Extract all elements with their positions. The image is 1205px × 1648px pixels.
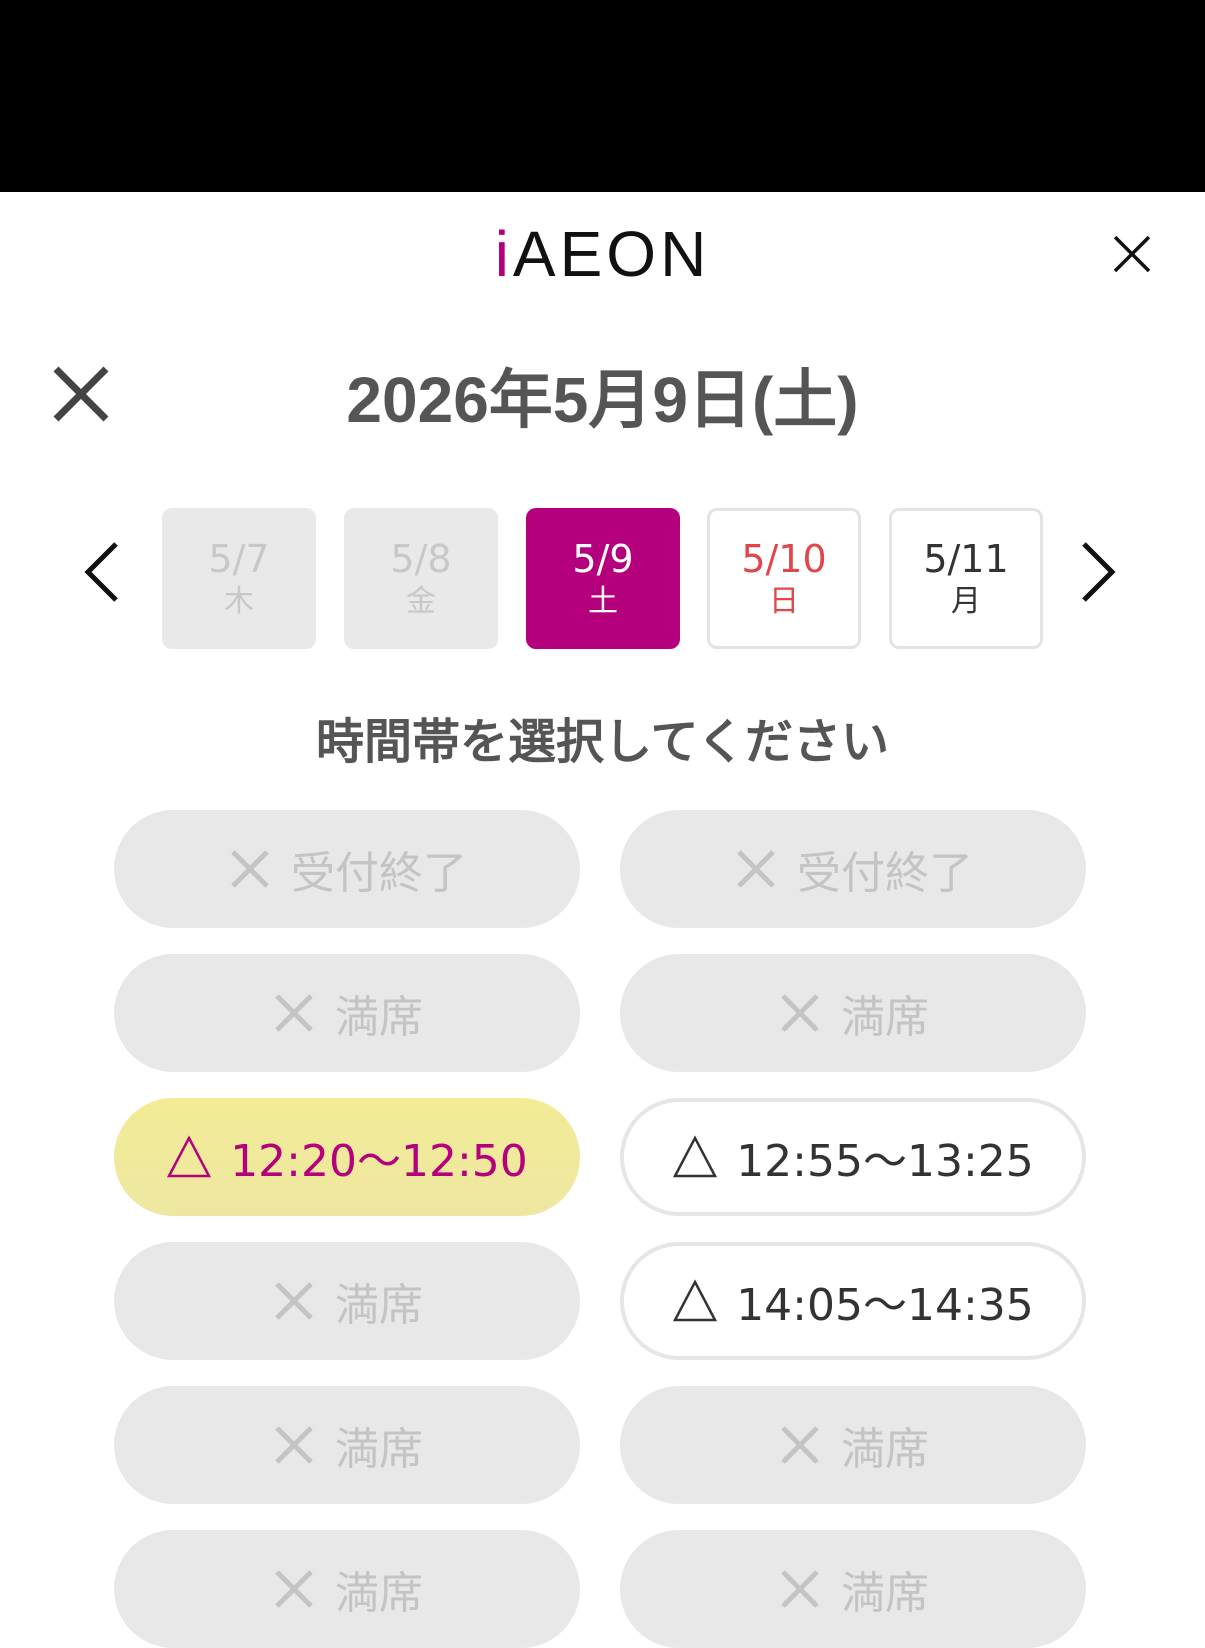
time-slot-label: 12:55〜13:25: [736, 1136, 1034, 1187]
date-chip-weekday: 月: [951, 583, 981, 619]
cross-icon: [275, 994, 313, 1032]
cross-icon: [275, 1426, 313, 1464]
time-slot-button: 満席: [620, 1386, 1086, 1504]
time-slot-button: 満席: [114, 1242, 580, 1360]
date-chip: 5/8 金: [344, 508, 498, 649]
time-slot-button: 満席: [114, 954, 580, 1072]
date-chip[interactable]: 5/11 月: [889, 508, 1043, 649]
cross-icon: [275, 1282, 313, 1320]
triangle-icon: [673, 1135, 718, 1178]
date-chip-date: 5/9: [572, 536, 634, 581]
date-chip-date: 5/8: [390, 536, 452, 581]
triangle-icon: [673, 1279, 718, 1322]
logo-prefix: i: [494, 218, 513, 290]
time-slot-label: 満席: [841, 1568, 929, 1619]
date-chip[interactable]: 5/9 土: [526, 508, 680, 649]
time-slot-label: 満席: [335, 1280, 423, 1331]
date-chip-date: 5/7: [208, 536, 270, 581]
time-slot-label: 満席: [335, 1424, 423, 1475]
time-slot-button[interactable]: 14:05〜14:35: [620, 1242, 1086, 1360]
triangle-icon: [167, 1135, 212, 1178]
date-chip-weekday: 土: [588, 583, 618, 619]
time-slot-label: 満席: [841, 1424, 929, 1475]
time-slot-label: 満席: [841, 992, 929, 1043]
time-slot-label: 満席: [335, 1568, 423, 1619]
time-slot-button[interactable]: 12:55〜13:25: [620, 1098, 1086, 1216]
date-chip-weekday: 金: [406, 583, 436, 619]
cross-icon: [231, 850, 269, 888]
time-slot-label: 受付終了: [797, 848, 973, 899]
chevron-left-icon[interactable]: [80, 540, 124, 604]
time-slot-button: 満席: [114, 1530, 580, 1648]
time-slot-label: 満席: [335, 992, 423, 1043]
cross-icon: [781, 994, 819, 1032]
time-slot-button: 満席: [114, 1386, 580, 1504]
status-bar: [0, 0, 1205, 192]
cross-icon: [781, 1570, 819, 1608]
date-chip-date: 5/10: [741, 536, 827, 581]
date-chip: 5/7 木: [162, 508, 316, 649]
time-select-heading: 時間帯を選択してください: [315, 714, 890, 770]
selected-date-title: 2026年5月9日(土): [346, 364, 859, 436]
cross-icon: [275, 1570, 313, 1608]
time-slot-button: 満席: [620, 1530, 1086, 1648]
time-slot-label: 12:20〜12:50: [230, 1136, 528, 1187]
date-chip[interactable]: 5/10 日: [707, 508, 861, 649]
chevron-right-icon[interactable]: [1076, 540, 1120, 604]
close-icon[interactable]: [1112, 234, 1152, 274]
time-slot-label: 受付終了: [291, 848, 467, 899]
time-slot-button[interactable]: 12:20〜12:50: [114, 1098, 580, 1216]
cross-icon: [737, 850, 775, 888]
time-slot-label: 14:05〜14:35: [736, 1280, 1034, 1331]
date-chip-date: 5/11: [923, 536, 1009, 581]
time-slot-button: 受付終了: [114, 810, 580, 928]
aeon-logo: iAEON: [0, 216, 1205, 292]
logo-text: AEON: [512, 218, 711, 290]
time-slot-button: 受付終了: [620, 810, 1086, 928]
cross-icon: [781, 1426, 819, 1464]
date-chip-weekday: 日: [769, 583, 799, 619]
time-slot-button: 満席: [620, 954, 1086, 1072]
date-chip-weekday: 木: [224, 583, 254, 619]
